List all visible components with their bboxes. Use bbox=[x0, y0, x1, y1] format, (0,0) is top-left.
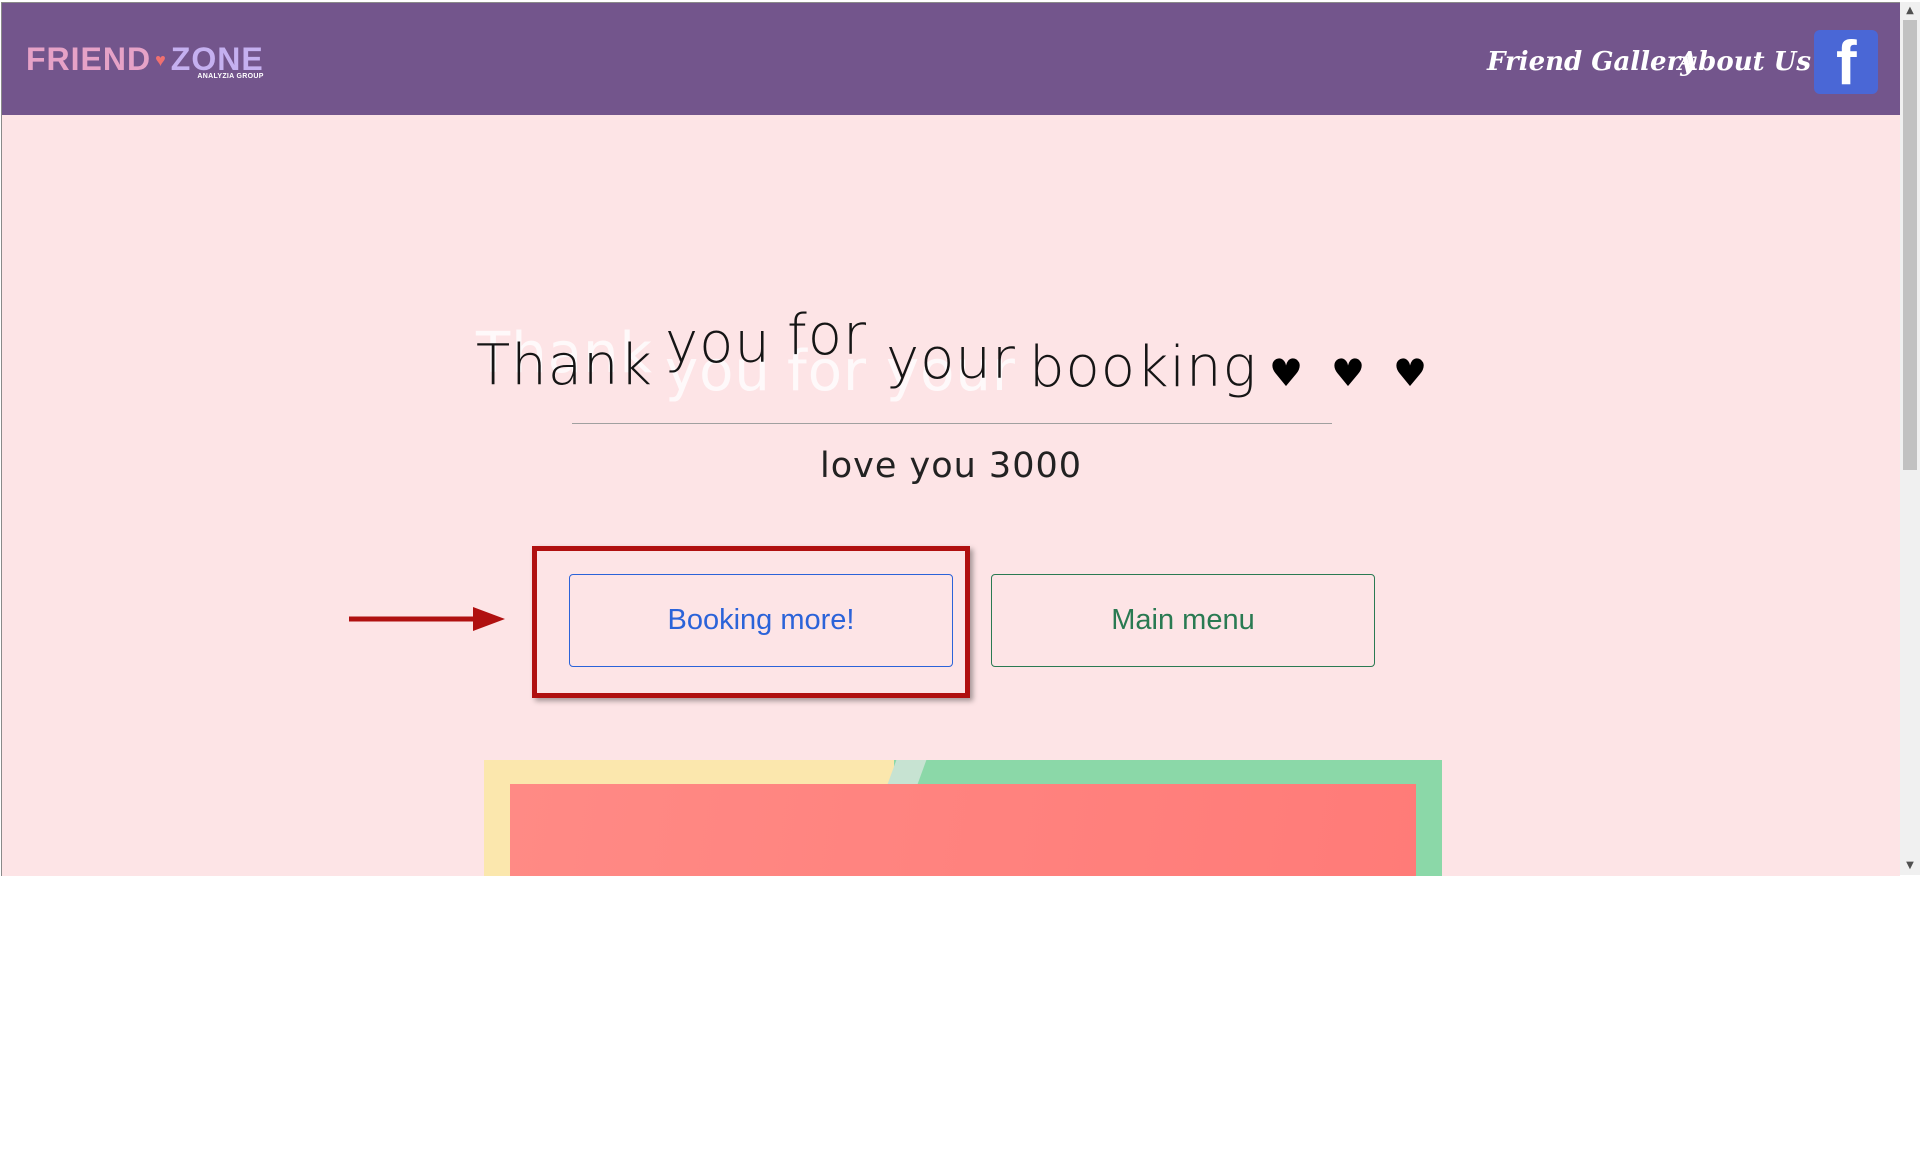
heart-icon: ♥ bbox=[1268, 351, 1304, 395]
headline-divider bbox=[572, 423, 1332, 424]
headline-word-for: for bbox=[787, 303, 867, 368]
browser-viewport: FRIEND ♥ ZONE ANALYZIA GROUP Friend Galler… bbox=[1, 2, 1900, 876]
banner-coral-panel bbox=[510, 784, 1416, 876]
heart-icon: ♥ bbox=[1392, 351, 1428, 395]
headline-word-thank: Thank bbox=[476, 333, 653, 398]
scroll-thumb[interactable] bbox=[1903, 20, 1917, 470]
headline-word-your: your bbox=[886, 327, 1016, 392]
scroll-down-arrow-icon[interactable]: ▼ bbox=[1900, 857, 1920, 875]
headline-word-booking: booking bbox=[1029, 335, 1258, 400]
main-menu-button[interactable]: Main menu bbox=[991, 574, 1375, 667]
vertical-scrollbar[interactable]: ▲ ▼ bbox=[1900, 2, 1920, 875]
thank-you-headline: Thank you for your Thank you for your bo… bbox=[2, 3, 1900, 463]
heart-icon: ♥ bbox=[1330, 351, 1366, 395]
decorative-banner-image bbox=[484, 760, 1442, 876]
headline-word-you: you bbox=[665, 311, 771, 376]
tagline: love you 3000 bbox=[819, 446, 1083, 486]
scroll-up-arrow-icon[interactable]: ▲ bbox=[1900, 2, 1920, 20]
highlight-box-annotation bbox=[532, 546, 970, 698]
red-arrow-annotation bbox=[349, 607, 505, 631]
